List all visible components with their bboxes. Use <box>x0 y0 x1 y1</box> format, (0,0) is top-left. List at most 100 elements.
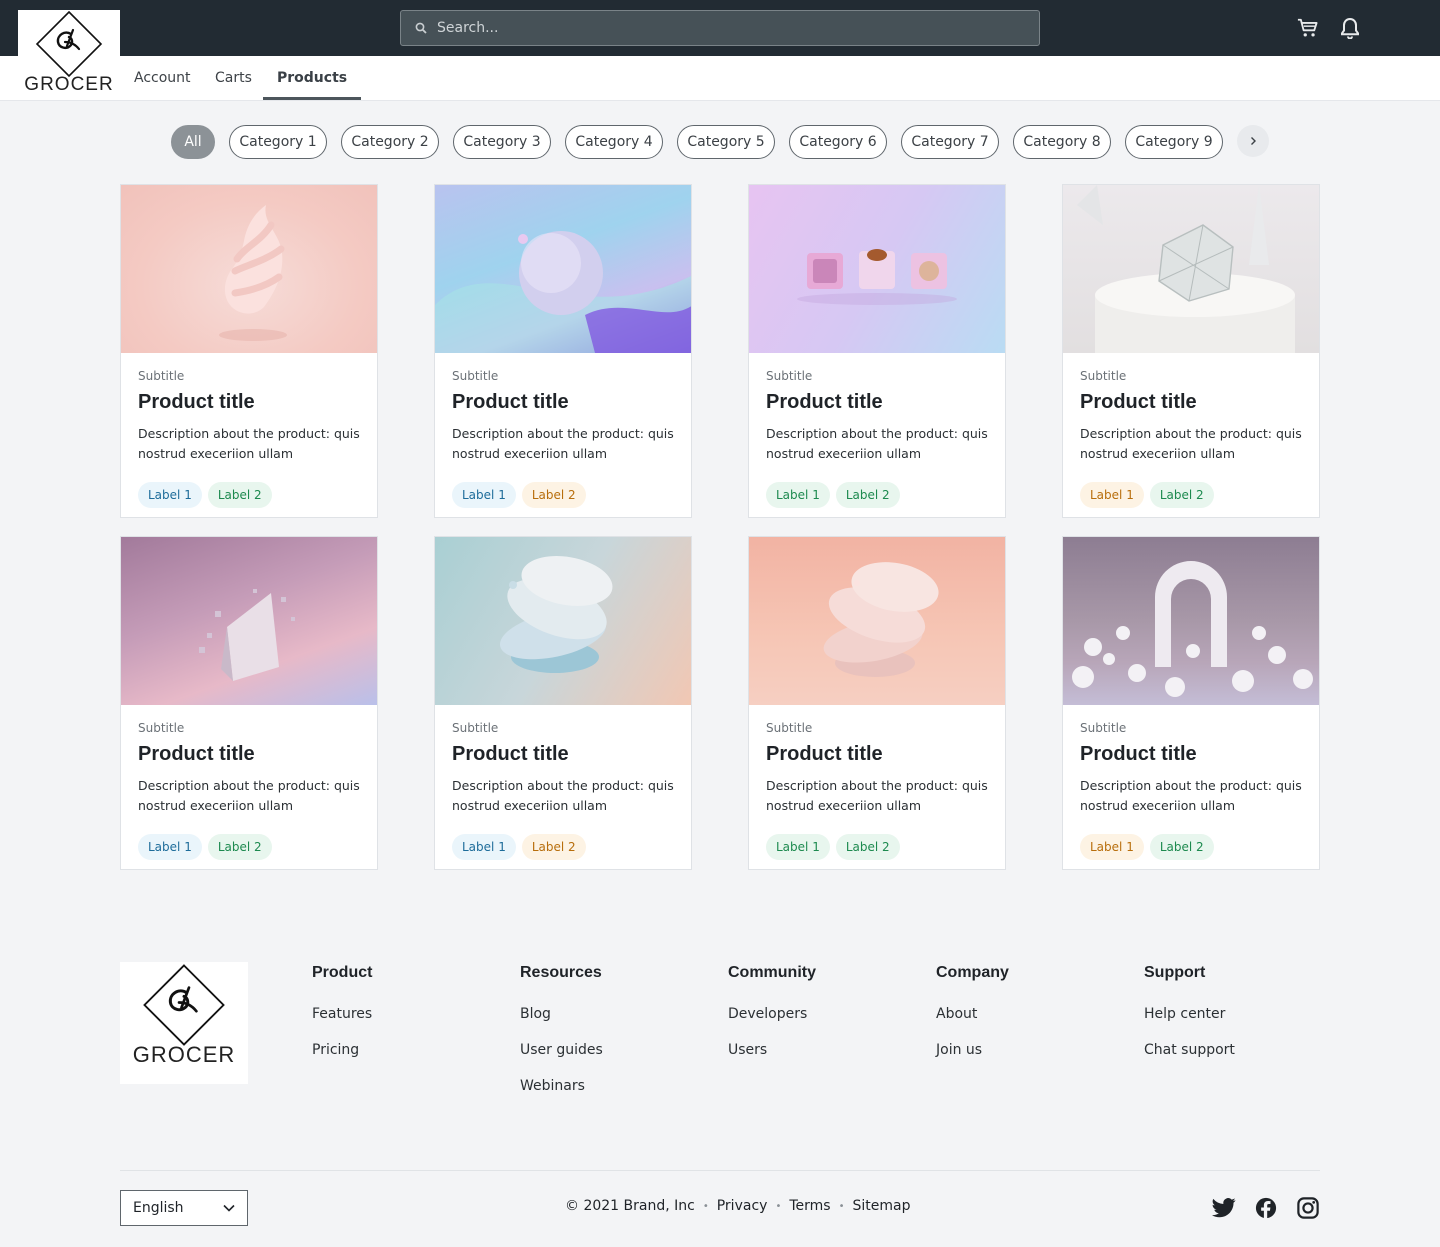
sitemap-link[interactable]: Sitemap <box>852 1198 910 1214</box>
separator-dot: • <box>838 1200 845 1212</box>
search-box[interactable] <box>400 10 1040 46</box>
product-description: Description about the product: quis nost… <box>1080 778 1302 813</box>
product-card[interactable]: Subtitle Product title Description about… <box>120 536 378 870</box>
logo-mark-icon <box>143 964 225 1046</box>
product-title: Product title <box>138 391 255 413</box>
footer-link[interactable]: Users <box>728 1042 816 1078</box>
search-icon <box>415 19 427 38</box>
footer-column-company: Company About Join us <box>936 964 1009 1078</box>
product-label: Label 2 <box>207 482 272 508</box>
product-subtitle: Subtitle <box>766 369 813 383</box>
category-chip[interactable]: Category 5 <box>677 125 775 159</box>
search-input[interactable] <box>437 20 997 36</box>
terms-link[interactable]: Terms <box>789 1198 830 1214</box>
category-chip[interactable]: Category 3 <box>453 125 551 159</box>
twitter-icon[interactable] <box>1212 1196 1236 1220</box>
product-label: Label 1 <box>138 482 202 508</box>
product-card[interactable]: Subtitle Product title Description about… <box>1062 536 1320 870</box>
product-description: Description about the product: quis nost… <box>452 778 674 813</box>
product-description: Description about the product: quis nost… <box>138 426 360 461</box>
footer: GROCER Product Features Pricing Resource… <box>0 898 1440 1247</box>
product-label: Label 2 <box>1149 834 1214 860</box>
product-card[interactable]: Subtitle Product title Description about… <box>748 536 1006 870</box>
footer-link[interactable]: User guides <box>520 1042 603 1078</box>
logo[interactable]: GROCER <box>18 10 120 100</box>
product-label: Label 1 <box>452 834 516 860</box>
footer-link[interactable]: Join us <box>936 1042 1009 1078</box>
product-title: Product title <box>138 743 255 765</box>
footer-heading: Company <box>936 964 1009 981</box>
chevron-down-icon <box>223 1200 235 1216</box>
tab-products[interactable]: Products <box>263 56 362 100</box>
category-chip-all[interactable]: All <box>171 125 215 159</box>
product-label: Label 2 <box>521 482 586 508</box>
product-description: Description about the product: quis nost… <box>766 426 988 461</box>
product-image <box>1063 185 1319 353</box>
logo-text: GROCER <box>24 74 114 95</box>
footer-column-resources: Resources Blog User guides Webinars <box>520 964 603 1114</box>
legal-links: © 2021 Brand, Inc • Privacy • Terms • Si… <box>565 1198 910 1214</box>
category-chip[interactable]: Category 6 <box>789 125 887 159</box>
footer-link[interactable]: Help center <box>1144 1006 1235 1042</box>
tab-account[interactable]: Account <box>120 56 205 100</box>
footer-divider <box>120 1170 1320 1171</box>
footer-link[interactable]: Pricing <box>312 1042 372 1078</box>
product-image <box>121 185 377 353</box>
footer-heading: Community <box>728 964 816 981</box>
product-card[interactable]: Subtitle Product title Description about… <box>120 184 378 518</box>
chevron-right-icon[interactable] <box>1237 125 1269 157</box>
product-title: Product title <box>452 743 569 765</box>
category-chip[interactable]: Category 7 <box>901 125 999 159</box>
product-card[interactable]: Subtitle Product title Description about… <box>748 184 1006 518</box>
footer-logo[interactable]: GROCER <box>120 962 248 1084</box>
footer-column-support: Support Help center Chat support <box>1144 964 1235 1078</box>
product-label: Label 1 <box>452 482 516 508</box>
tab-carts[interactable]: Carts <box>201 56 266 100</box>
category-chip[interactable]: Category 4 <box>565 125 663 159</box>
product-description: Description about the product: quis nost… <box>766 778 988 813</box>
footer-link[interactable]: Developers <box>728 1006 816 1042</box>
footer-link[interactable]: Features <box>312 1006 372 1042</box>
cart-icon[interactable] <box>1296 16 1320 40</box>
footer-link[interactable]: Chat support <box>1144 1042 1235 1078</box>
category-chip[interactable]: Category 2 <box>341 125 439 159</box>
product-label: Label 1 <box>766 834 830 860</box>
footer-link[interactable]: Blog <box>520 1006 603 1042</box>
product-subtitle: Subtitle <box>766 721 813 735</box>
product-label: Label 2 <box>835 834 900 860</box>
product-label: Label 1 <box>1080 482 1144 508</box>
product-title: Product title <box>452 391 569 413</box>
product-subtitle: Subtitle <box>138 721 185 735</box>
logo-mark-icon <box>35 10 103 78</box>
bell-icon[interactable] <box>1338 16 1362 40</box>
nav-bar: Account Carts Products <box>0 56 1440 101</box>
facebook-icon[interactable] <box>1254 1196 1278 1220</box>
category-chip[interactable]: Category 1 <box>229 125 327 159</box>
product-image <box>1063 537 1319 705</box>
footer-link[interactable]: About <box>936 1006 1009 1042</box>
instagram-icon[interactable] <box>1296 1196 1320 1220</box>
privacy-link[interactable]: Privacy <box>717 1198 768 1214</box>
product-card[interactable]: Subtitle Product title Description about… <box>434 184 692 518</box>
footer-column-product: Product Features Pricing <box>312 964 372 1078</box>
product-card[interactable]: Subtitle Product title Description about… <box>434 536 692 870</box>
product-subtitle: Subtitle <box>452 721 499 735</box>
product-subtitle: Subtitle <box>452 369 499 383</box>
footer-heading: Support <box>1144 964 1206 981</box>
language-select[interactable]: English <box>120 1190 248 1226</box>
product-label: Label 1 <box>766 482 830 508</box>
product-title: Product title <box>1080 743 1197 765</box>
product-image <box>435 185 691 353</box>
product-image <box>749 185 1005 353</box>
category-chip[interactable]: Category 8 <box>1013 125 1111 159</box>
category-chip[interactable]: Category 9 <box>1125 125 1223 159</box>
product-subtitle: Subtitle <box>138 369 185 383</box>
footer-heading: Resources <box>520 964 602 981</box>
product-label: Label 1 <box>1080 834 1144 860</box>
product-title: Product title <box>766 391 883 413</box>
separator-dot: • <box>702 1200 709 1212</box>
product-card[interactable]: Subtitle Product title Description about… <box>1062 184 1320 518</box>
product-image <box>749 537 1005 705</box>
top-bar <box>0 0 1440 56</box>
footer-link[interactable]: Webinars <box>520 1078 603 1114</box>
